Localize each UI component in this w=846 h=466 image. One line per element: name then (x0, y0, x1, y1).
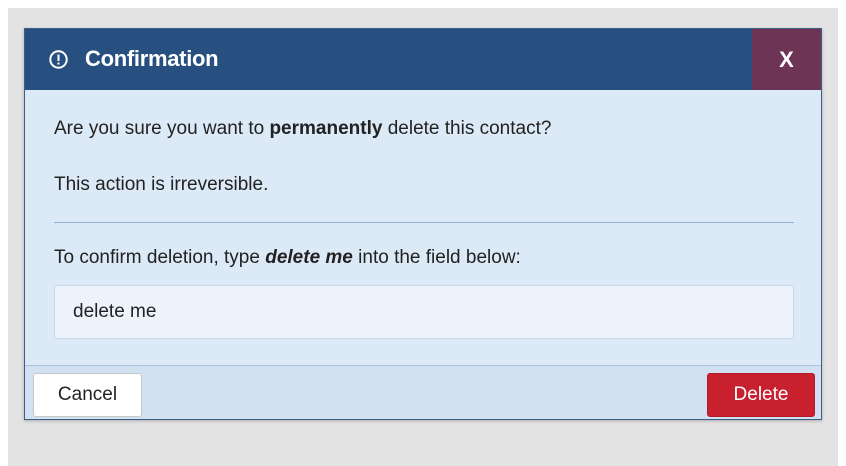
confirmation-message: Are you sure you want to permanently del… (54, 117, 551, 141)
confirmation-dialog: Confirmation X Are you sure you want to … (24, 28, 822, 420)
dialog-body: Are you sure you want to permanently del… (25, 90, 821, 365)
dialog-titlebar: Confirmation X (25, 29, 821, 90)
message-text-post: delete this contact? (382, 118, 552, 139)
confirm-instruction: To confirm deletion, type delete me into… (54, 246, 521, 270)
instruction-text-pre: To confirm deletion, type (54, 247, 266, 268)
confirm-deletion-input[interactable] (54, 285, 794, 339)
instruction-text-post: into the field below: (352, 247, 521, 268)
dialog-title: Confirmation (85, 46, 219, 71)
irreversible-warning: This action is irreversible. (54, 174, 269, 195)
cancel-button[interactable]: Cancel (33, 373, 142, 417)
message-text-pre: Are you sure you want to (54, 118, 270, 139)
instruction-emphasis: delete me (265, 247, 353, 268)
message-emphasis: permanently (269, 118, 383, 139)
delete-button[interactable]: Delete (707, 373, 815, 417)
close-button[interactable]: X (752, 29, 821, 90)
dialog-footer: Cancel Delete (25, 365, 821, 419)
divider (54, 222, 794, 223)
exclamation-circle-icon (49, 50, 68, 69)
